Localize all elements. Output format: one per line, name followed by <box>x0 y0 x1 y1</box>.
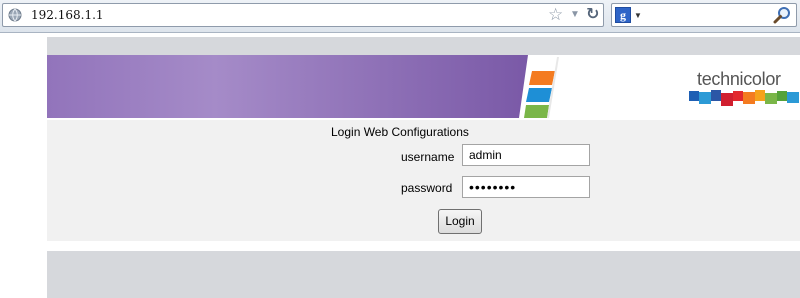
search-engine-dropdown-icon[interactable]: ▼ <box>634 12 642 20</box>
search-bar[interactable]: g ▼ <box>611 3 797 27</box>
browser-toolbar: 192.168.1.1 ☆ ▼ ↻ g ▼ <box>0 0 800 33</box>
password-input[interactable]: •••••••• <box>462 176 590 198</box>
banner-graphic <box>47 55 559 118</box>
magnifier-icon[interactable] <box>772 6 792 24</box>
google-search-icon[interactable]: g <box>615 7 631 23</box>
technicolor-logo-bars <box>689 90 799 106</box>
dropdown-arrow-icon[interactable]: ▼ <box>570 10 580 20</box>
username-label: username <box>401 150 455 164</box>
header-strip <box>47 37 800 55</box>
url-text[interactable]: 192.168.1.1 <box>31 8 104 22</box>
banner <box>47 55 800 118</box>
technicolor-logo-text: technicolor <box>697 69 781 89</box>
login-title: Login Web Configurations <box>331 125 469 139</box>
globe-icon <box>8 8 22 22</box>
address-bar[interactable]: 192.168.1.1 ☆ ▼ ↻ <box>2 3 604 27</box>
reload-icon[interactable]: ↻ <box>586 4 599 26</box>
footer-strip <box>47 251 800 298</box>
username-input[interactable]: admin <box>462 144 590 166</box>
login-button[interactable]: Login <box>438 209 482 234</box>
password-label: password <box>401 181 453 195</box>
bookmark-star-icon[interactable]: ☆ <box>548 4 563 26</box>
